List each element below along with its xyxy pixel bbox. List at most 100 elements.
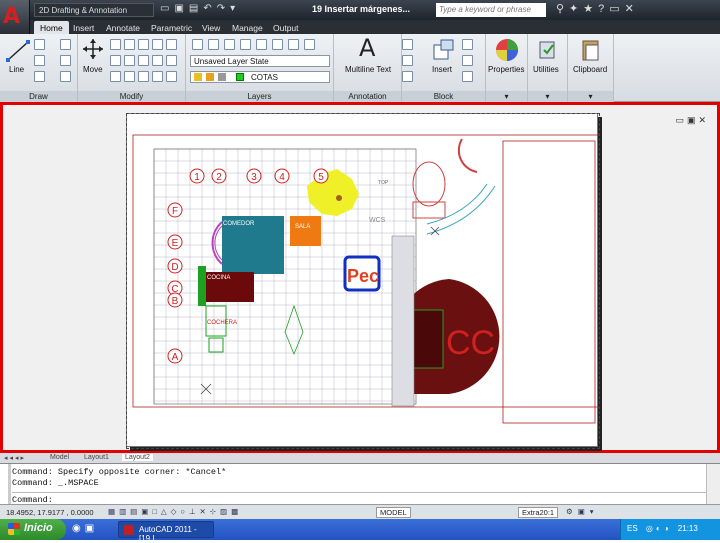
tab-layout2[interactable]: Layout2 bbox=[122, 454, 153, 461]
quick-launch-icons[interactable]: ◉▣ bbox=[72, 523, 98, 534]
attribute-icon[interactable] bbox=[462, 71, 473, 82]
command-window-grip[interactable] bbox=[8, 464, 11, 505]
vertical-strip bbox=[391, 235, 415, 407]
circle-icon[interactable] bbox=[34, 55, 45, 66]
modify-panel-label[interactable]: Modify bbox=[78, 91, 185, 102]
clipboard-panel: Clipboard ▾ bbox=[568, 34, 614, 102]
tab-view[interactable]: View bbox=[196, 21, 226, 34]
line-icon[interactable] bbox=[6, 40, 30, 62]
array-icon[interactable] bbox=[138, 55, 149, 66]
layer-properties-icon[interactable] bbox=[192, 39, 203, 50]
copy-icon[interactable] bbox=[138, 39, 149, 50]
annotation-panel-label[interactable]: Annotation bbox=[334, 91, 401, 102]
tab-output[interactable]: Output bbox=[267, 21, 305, 34]
layers-panel-label[interactable]: Layers bbox=[186, 91, 333, 102]
tab-annotate[interactable]: Annotate bbox=[100, 21, 146, 34]
ellipse-icon[interactable] bbox=[34, 71, 45, 82]
tab-parametric[interactable]: Parametric bbox=[145, 21, 198, 34]
create-block-icon[interactable] bbox=[462, 39, 473, 50]
clipboard-icon[interactable] bbox=[579, 38, 603, 62]
floor-plan-drawing[interactable]: 12345 FEDCBA COMEDOR SALA COCINA COCHERA… bbox=[127, 114, 599, 448]
insert-button[interactable]: Insert bbox=[432, 65, 452, 74]
drawing-area[interactable]: ▭▣✕ 1 2 3 4 5 F E D C B A COMEDOR SALA C… bbox=[0, 102, 720, 453]
properties-button[interactable]: Properties bbox=[488, 65, 524, 74]
tray-icons[interactable]: ◎◐◑ bbox=[646, 524, 672, 533]
layer-isolate-icon[interactable] bbox=[256, 39, 267, 50]
dimension-icon[interactable] bbox=[402, 39, 413, 50]
layer-unisolate-icon[interactable] bbox=[272, 39, 283, 50]
command-scrollbar[interactable] bbox=[706, 464, 720, 505]
offset-icon[interactable] bbox=[110, 71, 121, 82]
properties-panel-label[interactable]: ▾ bbox=[486, 91, 527, 102]
model-space-toggle[interactable]: MODEL bbox=[376, 507, 411, 518]
layer-freeze-icon[interactable] bbox=[304, 39, 315, 50]
line-button[interactable]: Line bbox=[9, 65, 24, 74]
scale-icon[interactable] bbox=[124, 55, 135, 66]
leader-icon[interactable] bbox=[402, 55, 413, 66]
tab-manage[interactable]: Manage bbox=[226, 21, 269, 34]
red-arc bbox=[457, 138, 478, 173]
stretch-icon[interactable] bbox=[110, 55, 121, 66]
layer-state-dropdown[interactable]: Unsaved Layer State bbox=[190, 55, 330, 67]
lengthen-icon[interactable] bbox=[166, 71, 177, 82]
hatch-icon[interactable] bbox=[60, 71, 71, 82]
tab-layout1[interactable]: Layout1 bbox=[84, 454, 109, 461]
edit-block-icon[interactable] bbox=[462, 55, 473, 66]
clipboard-button[interactable]: Clipboard bbox=[573, 65, 607, 74]
info-tools[interactable]: ⚲✦★?▭✕ bbox=[556, 2, 639, 15]
move-icon[interactable] bbox=[82, 38, 104, 60]
annotation-scale[interactable]: Extra20:1 bbox=[518, 507, 559, 518]
mirror-icon[interactable] bbox=[152, 39, 163, 50]
tab-nav-arrows[interactable]: ◂◂◂▸ bbox=[4, 454, 26, 462]
drafting-toggles[interactable]: ▦▥▤▣□△◇○⊥✕⊹▨▩ bbox=[108, 507, 242, 516]
axis-label: 1 bbox=[194, 172, 200, 183]
arc-icon[interactable] bbox=[60, 39, 71, 50]
layout-paper[interactable]: 12345 FEDCBA COMEDOR SALA COCINA COCHERA… bbox=[126, 113, 600, 449]
tab-model[interactable]: Model bbox=[50, 454, 69, 461]
workspace-dropdown[interactable]: 2D Drafting & Annotation bbox=[34, 3, 154, 17]
layer-previous-icon[interactable] bbox=[240, 39, 251, 50]
layer-off-icon[interactable] bbox=[288, 39, 299, 50]
erase-icon[interactable] bbox=[152, 55, 163, 66]
join-icon[interactable] bbox=[124, 71, 135, 82]
block-panel-label[interactable]: Block bbox=[402, 91, 485, 102]
multiline-text-button[interactable]: Multiline Text bbox=[345, 65, 391, 74]
multiline-text-icon[interactable]: A bbox=[359, 34, 375, 62]
chamfer-icon[interactable] bbox=[152, 71, 163, 82]
utilities-icon[interactable] bbox=[536, 38, 560, 62]
utilities-panel-label[interactable]: ▾ bbox=[528, 91, 567, 102]
draw-panel-label[interactable]: Draw bbox=[0, 91, 77, 102]
polyline-icon[interactable] bbox=[34, 39, 45, 50]
search-input[interactable]: Type a keyword or phrase bbox=[436, 3, 546, 17]
move-button[interactable]: Move bbox=[83, 65, 103, 74]
layer-color-swatch bbox=[236, 73, 244, 81]
label-comedor: COMEDOR bbox=[223, 221, 255, 227]
application-button[interactable]: A bbox=[0, 0, 30, 34]
insert-block-icon[interactable] bbox=[432, 39, 456, 61]
clipboard-panel-label[interactable]: ▾ bbox=[568, 91, 613, 102]
autocad-task-icon bbox=[124, 525, 134, 535]
center-mark bbox=[336, 195, 342, 201]
utilities-button[interactable]: Utilities bbox=[533, 65, 559, 74]
wcs-label: WCS bbox=[369, 217, 386, 224]
status-bar: 18.4952, 17.9177 , 0.0000 ▦▥▤▣□△◇○⊥✕⊹▨▩ … bbox=[0, 504, 720, 519]
quick-access-toolbar[interactable]: ▭▣▤↶↷▾ bbox=[160, 3, 305, 17]
fillet-icon[interactable] bbox=[166, 39, 177, 50]
properties-icon[interactable] bbox=[494, 38, 520, 62]
label-cochera: COCHERA bbox=[207, 320, 237, 326]
trim-icon[interactable] bbox=[124, 39, 135, 50]
break-icon[interactable] bbox=[138, 71, 149, 82]
language-indicator[interactable]: ES bbox=[627, 524, 638, 533]
layer-state-icon[interactable] bbox=[208, 39, 219, 50]
viewport-controls[interactable]: ▭▣✕ bbox=[675, 115, 709, 126]
axis-label: 2 bbox=[216, 172, 222, 183]
layer-match-icon[interactable] bbox=[224, 39, 235, 50]
status-tray-icons[interactable]: ⚙▣▾ bbox=[566, 507, 599, 516]
rectangle-icon[interactable] bbox=[60, 55, 71, 66]
table-icon[interactable] bbox=[402, 71, 413, 82]
rotate-icon[interactable] bbox=[110, 39, 121, 50]
explode-icon[interactable] bbox=[166, 55, 177, 66]
tab-home[interactable]: Home bbox=[34, 21, 69, 34]
coordinates-readout[interactable]: 18.4952, 17.9177 , 0.0000 bbox=[6, 508, 94, 517]
tab-insert[interactable]: Insert bbox=[67, 21, 100, 34]
